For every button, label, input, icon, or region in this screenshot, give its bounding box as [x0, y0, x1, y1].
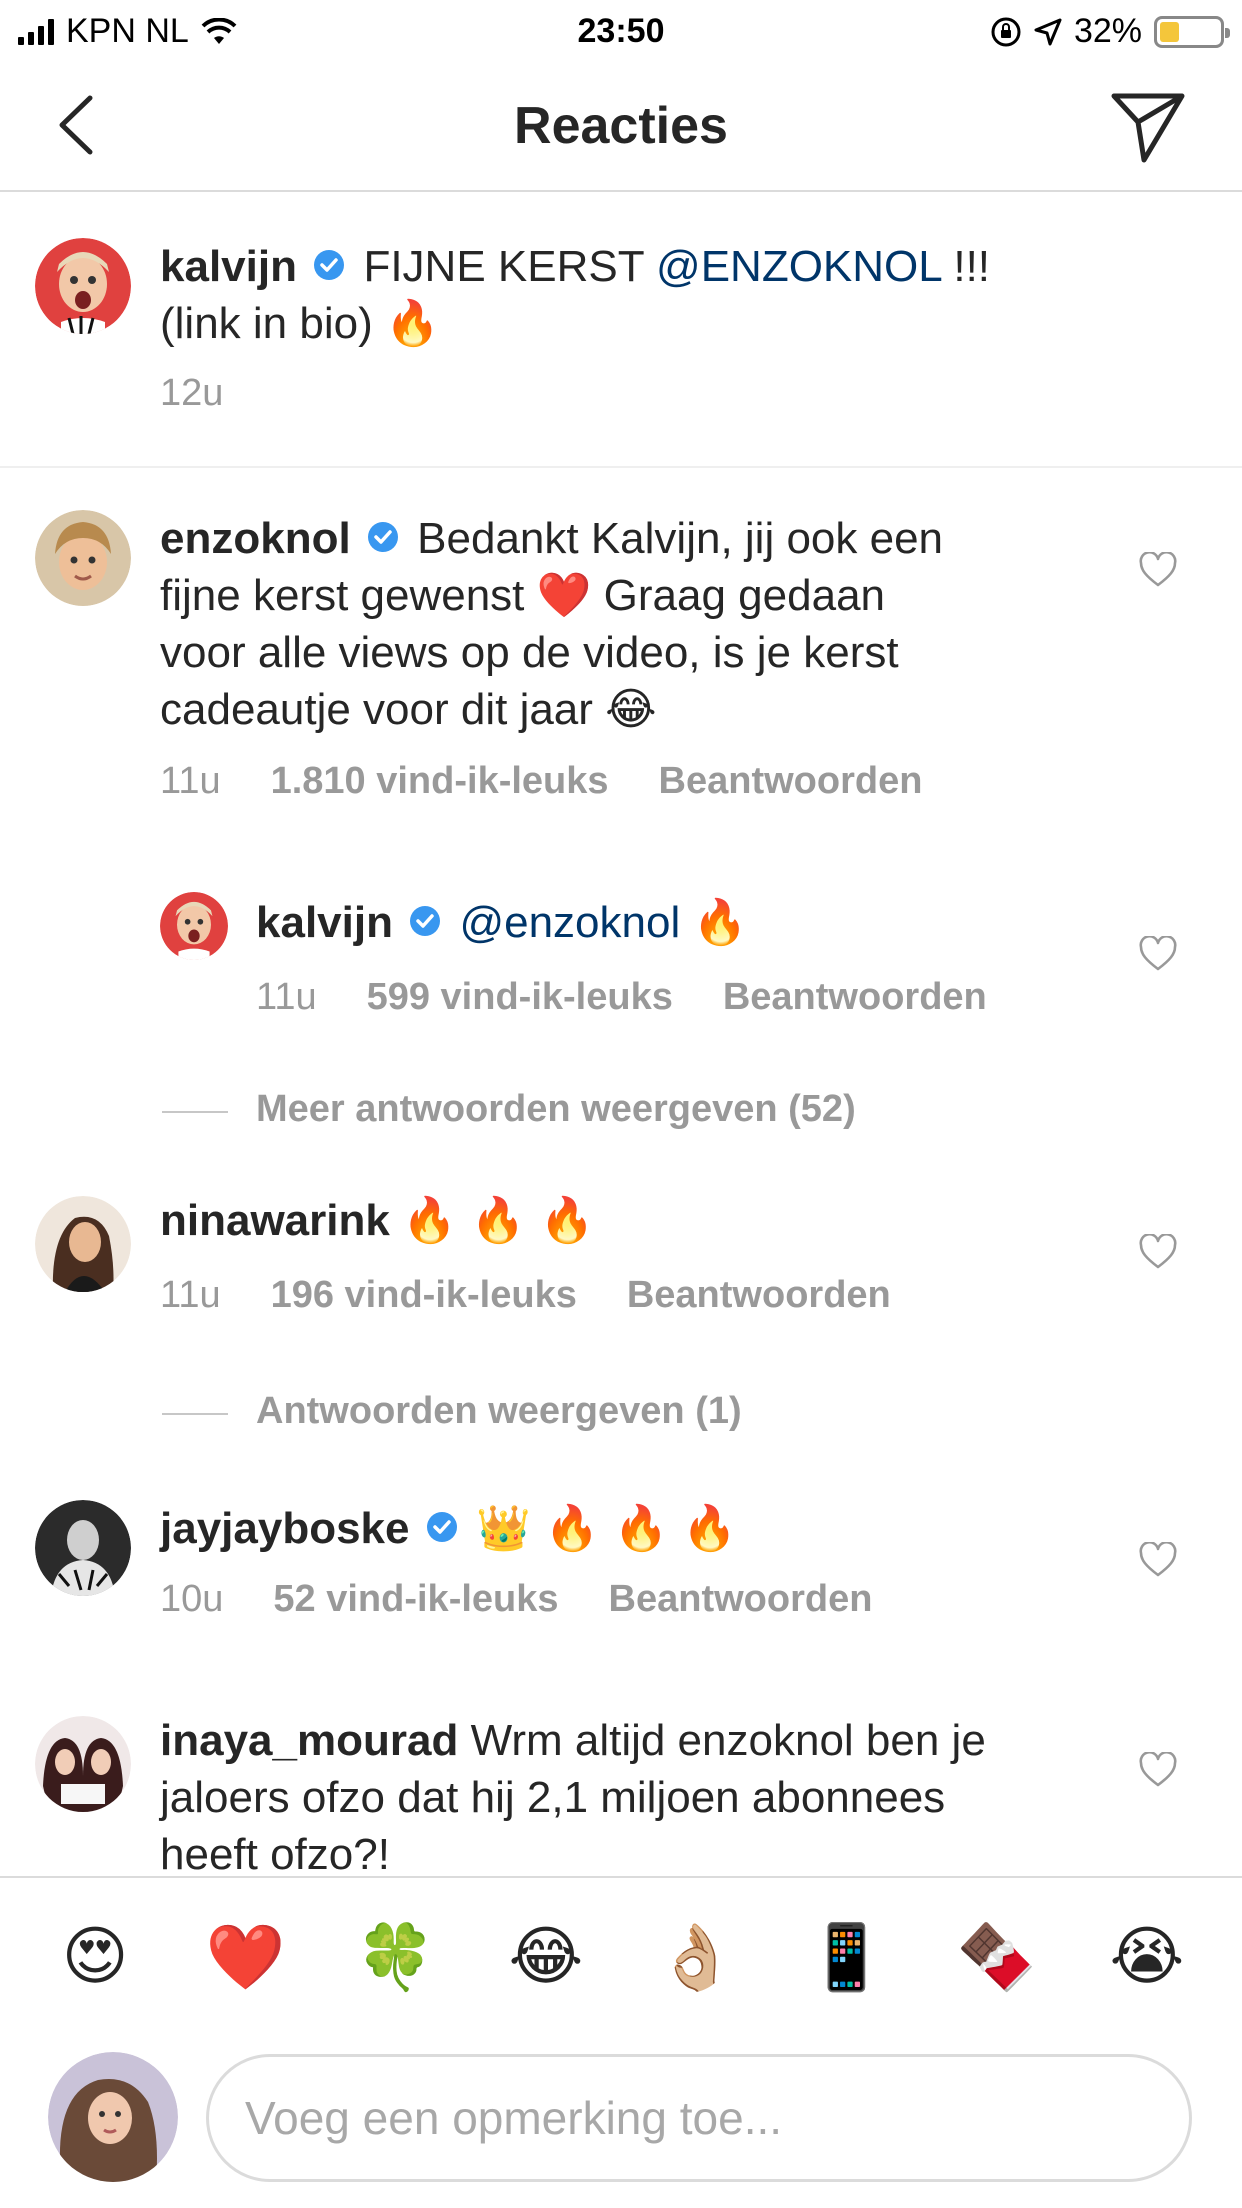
likes-count[interactable]: 1.810 vind-ik-leuks: [271, 760, 609, 803]
battery-icon: [1154, 15, 1230, 48]
comment-input[interactable]: [206, 2054, 1192, 2182]
caption-body: FIJNE KERST: [363, 242, 644, 291]
comment-line-3: Graag gedaan: [603, 571, 886, 620]
rotation-lock-icon: [991, 17, 1021, 46]
like-heart-icon[interactable]: [1138, 1542, 1178, 1578]
view-replies-button[interactable]: Antwoorden weergeven (1): [256, 1390, 742, 1433]
like-heart-icon[interactable]: [1138, 552, 1178, 588]
status-bar: KPN NL 23:50 32%: [0, 0, 1242, 62]
fire-emoji: 🔥: [692, 897, 748, 948]
verified-badge-icon: [410, 906, 441, 937]
reply-button[interactable]: Beantwoorden: [723, 976, 987, 1019]
crying-emoji-button[interactable]: 😭: [1092, 1920, 1202, 1994]
comment-item: jayjayboske 👑 🔥 🔥 🔥 10u 52 vind-ik-leuks…: [0, 1484, 1242, 1654]
more-replies-line: [162, 1111, 228, 1113]
caption-meta: 12u: [160, 372, 223, 415]
comment-meta: 11u 196 vind-ik-leuks Beantwoorden: [160, 1274, 891, 1317]
comment-item: inaya_mourad Wrm altijd enzoknol ben je …: [0, 1700, 1242, 1876]
username[interactable]: enzoknol: [160, 514, 351, 563]
caption-line2: (link in bio): [160, 299, 373, 348]
paper-plane-icon[interactable]: [1110, 90, 1186, 166]
username[interactable]: jayjayboske: [160, 1504, 410, 1553]
page-title: Reacties: [514, 97, 728, 155]
avatar[interactable]: [160, 892, 228, 960]
timestamp: 11u: [160, 1274, 221, 1316]
chocolate-emoji-button[interactable]: 🍫: [942, 1920, 1052, 1995]
reply-item: kalvijn @enzoknol 🔥 11u 599 vind-ik-leuk…: [0, 880, 1242, 1040]
comment-line-4: voor alle views op de video, is je kerst: [160, 628, 899, 677]
likes-count[interactable]: 52 vind-ik-leuks: [273, 1578, 558, 1621]
verified-badge-icon: [426, 1512, 457, 1543]
comment-line-3: heeft ofzo?!: [160, 1830, 390, 1876]
verified-badge-icon: [314, 250, 345, 281]
phone-emoji-button[interactable]: 📱: [791, 1920, 901, 1995]
avatar[interactable]: [35, 1716, 131, 1812]
battery-fill: [1160, 21, 1179, 42]
comment-text: ninawarink 🔥 🔥 🔥: [160, 1192, 1040, 1249]
view-more-replies-button[interactable]: Meer antwoorden weergeven (52): [256, 1088, 856, 1131]
comment-line-2: jaloers ofzo dat hij 2,1 miljoen abonnee…: [160, 1773, 946, 1822]
comment-text: jayjayboske 👑 🔥 🔥 🔥: [160, 1500, 1040, 1557]
comment-line-2: fijne kerst gewenst: [160, 571, 525, 620]
comment-line-1: Wrm altijd enzoknol ben je: [470, 1716, 986, 1765]
fire-emojis: 🔥 🔥 🔥: [402, 1195, 595, 1246]
avatar[interactable]: [35, 1196, 131, 1292]
username[interactable]: kalvijn: [256, 898, 393, 947]
timestamp: 11u: [160, 760, 221, 802]
username[interactable]: inaya_mourad: [160, 1716, 458, 1765]
likes-count[interactable]: 196 vind-ik-leuks: [271, 1274, 577, 1317]
comment-text: enzoknol Bedankt Kalvijn, jij ook een fi…: [160, 510, 1040, 738]
header: Reacties: [0, 62, 1242, 192]
timestamp: 12u: [160, 372, 224, 414]
avatar[interactable]: [35, 1500, 131, 1596]
more-replies-line: [162, 1413, 228, 1415]
fire-emoji: 🔥: [384, 298, 440, 349]
username[interactable]: ninawarink: [160, 1196, 390, 1245]
like-heart-icon[interactable]: [1138, 1234, 1178, 1270]
timestamp: 10u: [160, 1578, 224, 1620]
username[interactable]: kalvijn: [160, 242, 297, 291]
like-heart-icon[interactable]: [1138, 936, 1178, 972]
heart-eyes-emoji-button[interactable]: 😍: [40, 1920, 150, 1994]
location-arrow-icon: [1034, 18, 1062, 45]
crown-fire-emojis: 👑 🔥 🔥 🔥: [475, 1503, 738, 1554]
caption: kalvijn FIJNE KERST @ENZOKNOL !!! (link …: [0, 192, 1242, 466]
clover-emoji-button[interactable]: 🍀: [341, 1920, 451, 1995]
reply-button[interactable]: Beantwoorden: [627, 1274, 891, 1317]
timestamp: 11u: [256, 976, 317, 1018]
comment-line-1: Bedankt Kalvijn, jij ook een: [417, 514, 944, 563]
comment-item: enzoknol Bedankt Kalvijn, jij ook een fi…: [0, 468, 1242, 838]
laughing-emoji-button[interactable]: 😂: [491, 1920, 601, 1994]
red-heart-emoji-button[interactable]: ❤️: [190, 1920, 300, 1995]
reply-meta: 11u 599 vind-ik-leuks Beantwoorden: [256, 976, 987, 1019]
user-avatar[interactable]: [48, 2052, 178, 2182]
laughing-emoji: 😂: [605, 684, 657, 735]
mention-link[interactable]: @enzoknol: [459, 898, 680, 947]
reply-text: kalvijn @enzoknol 🔥: [256, 894, 1056, 951]
comment-meta: 10u 52 vind-ik-leuks Beantwoorden: [160, 1578, 872, 1621]
reply-button[interactable]: Beantwoorden: [609, 1578, 873, 1621]
comment-text: inaya_mourad Wrm altijd enzoknol ben je …: [160, 1712, 1060, 1876]
comment-meta: 11u 1.810 vind-ik-leuks Beantwoorden: [160, 760, 922, 803]
caption-exclaim: !!!: [953, 242, 991, 291]
mention-link[interactable]: @ENZOKNOL: [656, 242, 941, 291]
avatar[interactable]: [35, 238, 131, 334]
ok-hand-emoji-button[interactable]: 👌🏼: [641, 1920, 751, 1995]
emoji-quick-bar: 😍 ❤️ 🍀 😂 👌🏼 📱 🍫 😭: [0, 1876, 1242, 2036]
comment-line-5: cadeautje voor dit jaar: [160, 685, 593, 734]
reply-button[interactable]: Beantwoorden: [659, 760, 923, 803]
comment-input-bar: [0, 2036, 1242, 2208]
status-right: 32%: [990, 12, 1230, 51]
like-heart-icon[interactable]: [1138, 1752, 1178, 1788]
avatar[interactable]: [35, 510, 131, 606]
verified-badge-icon: [367, 522, 398, 553]
battery-percent: 32%: [1073, 12, 1142, 50]
likes-count[interactable]: 599 vind-ik-leuks: [367, 976, 673, 1019]
heart-emoji: ❤️: [536, 570, 592, 621]
caption-text: kalvijn FIJNE KERST @ENZOKNOL !!! (link …: [160, 238, 1040, 352]
comment-item: ninawarink 🔥 🔥 🔥 11u 196 vind-ik-leuks B…: [0, 1180, 1242, 1350]
